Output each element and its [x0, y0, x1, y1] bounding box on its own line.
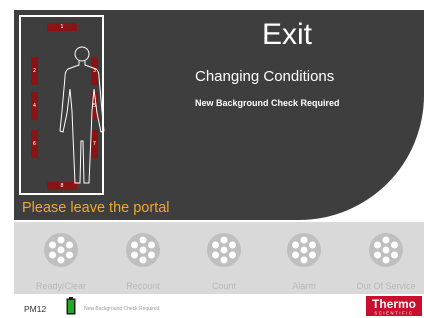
detector-1: 1 — [47, 23, 77, 31]
body-diagram-frame: 1 2 3 4 5 6 7 8 — [19, 15, 105, 195]
button-bar: Ready/Clear Recount Count Alarm Out Of S… — [14, 222, 424, 294]
status-footer: PM12 New Background Check Required Therm… — [0, 296, 424, 318]
footer-status-text: New Background Check Required — [84, 306, 160, 312]
svg-text:SCIENTIFIC: SCIENTIFIC — [374, 311, 413, 316]
count-button[interactable]: Count — [182, 222, 262, 294]
detector-dial-icon — [287, 233, 321, 267]
human-body-icon — [59, 46, 105, 184]
out-of-service-label: Out Of Service — [356, 281, 416, 291]
count-label: Count — [211, 281, 237, 291]
detector-2: 2 — [31, 57, 38, 85]
detector-6: 6 — [31, 130, 38, 158]
screen-title: Exit — [262, 18, 313, 51]
instruction-text: Please leave the portal — [22, 200, 170, 216]
pm-label: PM12 — [24, 304, 47, 314]
thermo-scientific-logo: Thermo SCIENTIFIC — [366, 296, 422, 316]
detector-dial-icon — [207, 233, 241, 267]
status-submessage: New Background Check Required — [195, 98, 340, 108]
svg-text:Thermo: Thermo — [372, 297, 416, 311]
alarm-label: Alarm — [292, 281, 316, 291]
status-message: Changing Conditions — [195, 68, 335, 85]
detector-dial-icon — [44, 233, 78, 267]
detector-dial-icon — [126, 233, 160, 267]
detector-dial-icon — [369, 233, 403, 267]
recount-button[interactable]: Recount — [101, 222, 181, 294]
alarm-button[interactable]: Alarm — [262, 222, 342, 294]
battery-icon — [66, 297, 76, 315]
recount-label: Recount — [126, 281, 160, 291]
ready-clear-label: Ready/Clear — [35, 281, 87, 291]
out-of-service-button[interactable]: Out Of Service — [344, 222, 424, 294]
ready-clear-button[interactable]: Ready/Clear — [19, 222, 99, 294]
detector-4: 4 — [31, 92, 38, 120]
